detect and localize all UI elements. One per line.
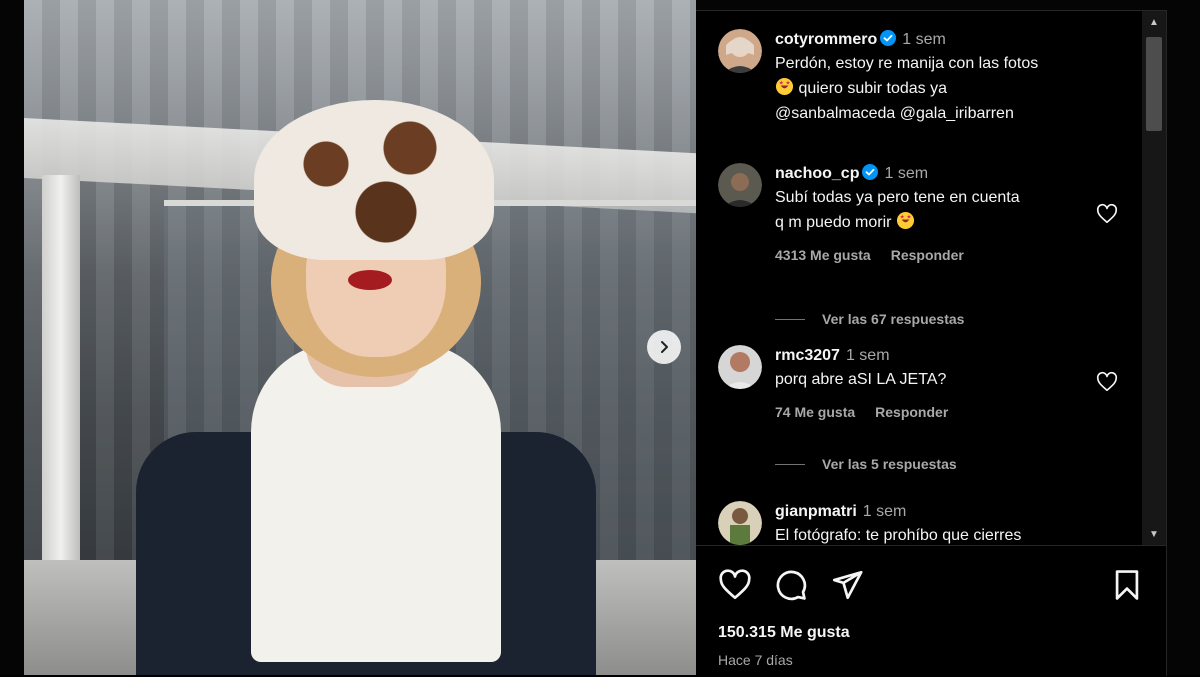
star-eyes-emoji: ★ ★ (775, 77, 794, 96)
comment-text: Subí todas ya pero tene en cuenta (775, 189, 1020, 206)
comment-mentions[interactable]: @sanbalmaceda @gala_iribarren (775, 101, 1105, 126)
heart-icon[interactable] (718, 568, 752, 602)
avatar[interactable] (718, 345, 762, 389)
photo-lips (348, 270, 392, 290)
photo-tank-top (251, 342, 501, 662)
replies-line (775, 318, 805, 320)
avatar[interactable] (718, 163, 762, 207)
comment-username[interactable]: nachoo_cp (775, 165, 859, 182)
avatar[interactable] (718, 29, 762, 73)
post-photo (24, 0, 696, 675)
comment-text: q m puedo morir (775, 214, 892, 231)
reply-button[interactable]: Responder (891, 247, 964, 263)
comments-list[interactable]: cotyrommero 1 sem Perdón, estoy re manija… (696, 11, 1142, 545)
scroll-up-arrow[interactable]: ▲ (1142, 11, 1166, 33)
comment-time[interactable]: 1 sem (846, 347, 890, 364)
like-count[interactable]: 150.315 Me gusta (718, 624, 850, 642)
comment-icon[interactable] (774, 568, 808, 602)
comment-text: El fotógrafo: te prohíbo que cierres (775, 527, 1022, 544)
chevron-right-icon (661, 341, 668, 353)
replies-line (775, 463, 805, 465)
star-eyes-emoji: ★ ★ (896, 211, 915, 230)
next-photo-button[interactable] (647, 330, 681, 364)
comment-time[interactable]: 1 sem (863, 503, 907, 520)
comment-time[interactable]: 1 sem (902, 31, 946, 48)
comments-scrollbar[interactable]: ▲ ▼ (1142, 11, 1166, 545)
comment-text: Perdón, estoy re manija con las fotos (775, 55, 1039, 72)
view-replies-button[interactable]: Ver las 67 respuestas (775, 311, 964, 327)
view-replies-label: Ver las 67 respuestas (822, 311, 965, 327)
comment-username[interactable]: cotyrommero (775, 31, 877, 48)
photo-subject (136, 92, 596, 675)
comment-username[interactable]: gianpmatri (775, 503, 857, 520)
svg-text:★: ★ (900, 214, 905, 221)
photo-hat (254, 100, 494, 260)
share-icon[interactable] (830, 568, 864, 602)
heart-icon[interactable] (1096, 371, 1118, 393)
comment-text: quiero subir todas ya (798, 80, 947, 97)
comment-likes[interactable]: 4313 Me gusta (775, 247, 871, 263)
post-side-panel: cotyrommero 1 sem Perdón, estoy re manija… (696, 10, 1167, 676)
avatar[interactable] (718, 501, 762, 545)
view-replies-label: Ver las 5 respuestas (822, 456, 957, 472)
view-replies-button[interactable]: Ver las 5 respuestas (775, 456, 957, 472)
bookmark-icon[interactable] (1110, 568, 1144, 602)
post-actions-bar: 150.315 Me gusta Hace 7 días (696, 545, 1166, 677)
scrollbar-thumb[interactable] (1146, 37, 1162, 131)
comment-time[interactable]: 1 sem (884, 165, 928, 182)
svg-text:★: ★ (779, 80, 784, 87)
comment-username[interactable]: rmc3207 (775, 347, 840, 364)
svg-text:★: ★ (906, 214, 911, 221)
svg-text:★: ★ (785, 80, 790, 87)
reply-button[interactable]: Responder (875, 404, 948, 420)
scroll-down-arrow[interactable]: ▼ (1142, 523, 1166, 545)
verified-badge-icon (862, 164, 879, 180)
comment-likes[interactable]: 74 Me gusta (775, 404, 855, 420)
post-date[interactable]: Hace 7 días (718, 652, 793, 668)
comment-text: porq abre aSI LA JETA? (775, 371, 947, 388)
heart-icon[interactable] (1096, 203, 1118, 225)
verified-badge-icon (880, 30, 897, 46)
